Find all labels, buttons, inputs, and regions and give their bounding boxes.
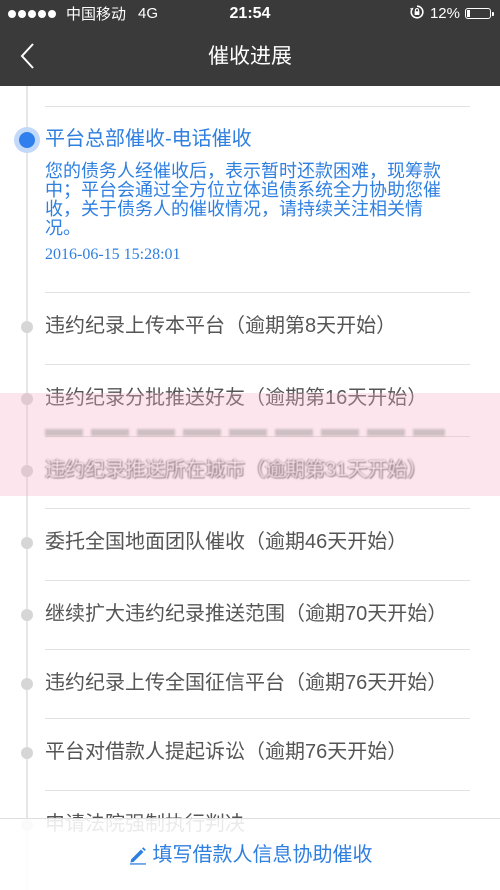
timeline-list: 平台总部催收-电话催收 您的债务人经催收后，表示暂时还款困难，现筹款中；平台会通…: [0, 86, 500, 836]
battery-percent: 12%: [429, 5, 460, 22]
active-step-title: 平台总部催收-电话催收: [45, 128, 252, 150]
timeline-item-text: 违约纪录推送所在城市（逾期第31天开始）: [45, 459, 428, 481]
timeline-item: 违约纪录上传本平台（逾期第8天开始）: [21, 293, 470, 365]
timeline-item: 违约纪录分批推送好友（逾期第16天开始）: [21, 365, 470, 437]
timeline-item: 继续扩大违约纪录推送范围（逾期70天开始）: [21, 581, 470, 650]
timeline-item-text: 委托全国地面团队催收（逾期46天开始）: [45, 531, 408, 553]
timeline-item: 委托全国地面团队催收（逾期46天开始）: [21, 509, 470, 581]
timeline-dot: [21, 537, 33, 549]
timeline-item-active: 平台总部催收-电话催收 您的债务人经催收后，表示暂时还款困难，现筹款中；平台会通…: [19, 107, 470, 293]
battery-icon: [465, 8, 494, 19]
timeline-item-text: 继续扩大违约纪录推送范围（逾期70天开始）: [45, 603, 448, 625]
fill-borrower-info-label: 填写借款人信息协助催收: [152, 843, 373, 866]
timeline-dot: [21, 609, 33, 621]
pencil-icon: [129, 846, 146, 865]
status-right: 12%: [409, 0, 494, 27]
timeline-dot: [21, 678, 33, 690]
active-step-description: 您的债务人经催收后，表示暂时还款困难，现筹款中；平台会通过全方位立体追债系统全力…: [45, 161, 441, 238]
battery-fill: [467, 10, 470, 17]
nav-bar: 催收进展: [0, 27, 500, 86]
timeline-dot: [21, 393, 33, 405]
page-title: 催收进展: [208, 45, 292, 68]
status-bar: 中国移动 4G 21:54 12%: [0, 0, 500, 27]
timeline-item-text: 违约纪录上传全国征信平台（逾期76天开始）: [45, 672, 448, 694]
timeline-dot-active: [19, 132, 35, 148]
orientation-lock-icon: [409, 4, 425, 24]
fill-borrower-info-button[interactable]: 填写借款人信息协助催收: [128, 843, 373, 867]
timeline-item: 违约纪录推送所在城市（逾期第31天开始）: [21, 437, 470, 509]
footer-bar: 填写借款人信息协助催收: [0, 818, 500, 890]
timeline-item-text: 平台对借款人提起诉讼（逾期76天开始）: [45, 741, 408, 763]
timeline-dot: [21, 465, 33, 477]
timeline-item-text: 违约纪录分批推送好友（逾期第16天开始）: [45, 387, 428, 409]
timeline-dot: [21, 321, 33, 333]
timeline-item: 平台对借款人提起诉讼（逾期76天开始）: [21, 719, 470, 791]
timeline-dot: [21, 747, 33, 759]
timeline-item-text: 违约纪录上传本平台（逾期第8天开始）: [45, 315, 397, 337]
timeline-top-divider: [45, 86, 470, 107]
active-step-time: 2016-06-15 15:28:01: [45, 246, 181, 263]
timeline-item: 违约纪录上传全国征信平台（逾期76天开始）: [21, 650, 470, 719]
